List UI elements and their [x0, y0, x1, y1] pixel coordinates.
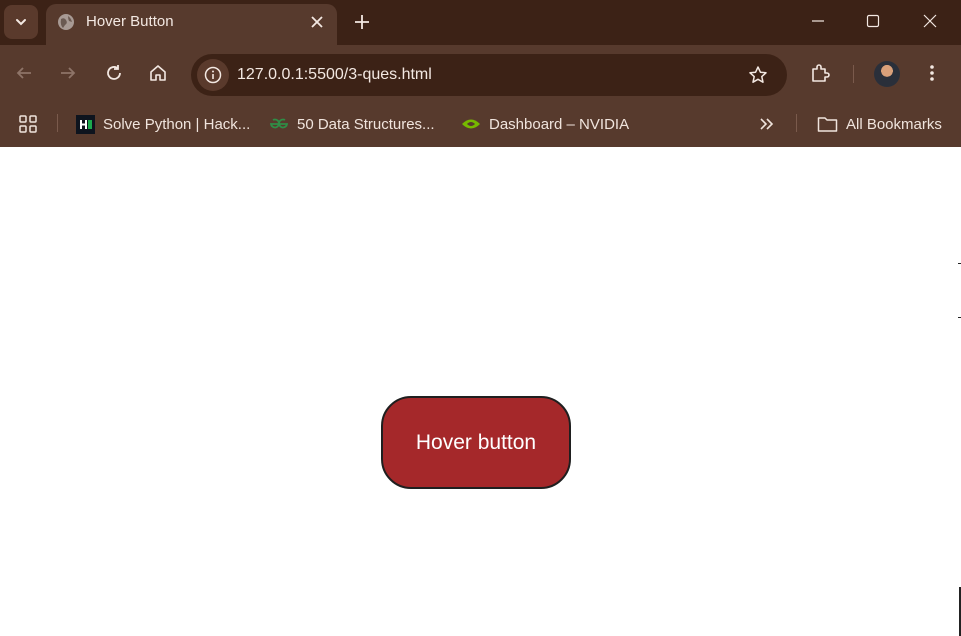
minimize-button[interactable] [790, 0, 846, 42]
bookmark-star-button[interactable] [747, 64, 769, 86]
arrow-right-icon [61, 67, 76, 79]
bookmark-item[interactable]: Dashboard – NVIDIA [461, 112, 629, 136]
menu-button[interactable] [918, 59, 946, 87]
maximize-icon [866, 14, 880, 28]
bookmarks-divider [796, 114, 797, 132]
close-icon [923, 14, 937, 28]
reload-icon [107, 65, 121, 80]
reload-button[interactable] [100, 59, 128, 87]
hover-button[interactable]: Hover button [381, 396, 571, 489]
apps-button[interactable] [18, 112, 38, 136]
maximize-button[interactable] [845, 0, 901, 42]
globe-icon [58, 14, 74, 30]
bookmark-label: 50 Data Structures... [297, 115, 435, 133]
nvidia-icon [462, 119, 480, 129]
url-text[interactable]: 127.0.0.1:5500/3-ques.html [237, 66, 432, 84]
close-tab-button[interactable] [307, 12, 327, 32]
bookmark-label: Dashboard – NVIDIA [489, 115, 630, 133]
arrow-left-icon [16, 67, 31, 79]
bookmark-label: Solve Python | Hack... [103, 115, 251, 133]
toolbar-divider [853, 65, 854, 83]
hackerrank-icon [76, 114, 95, 134]
forward-button[interactable] [54, 59, 82, 87]
close-window-button[interactable] [902, 0, 958, 42]
star-icon [749, 66, 767, 83]
home-icon [150, 65, 166, 81]
all-bookmarks-button[interactable]: All Bookmarks [817, 112, 942, 136]
minimize-icon [812, 20, 824, 22]
apps-grid-icon [19, 115, 37, 133]
back-button[interactable] [10, 59, 38, 87]
bookmarks-bar: Solve Python | Hack... 50 Data Structure… [0, 102, 961, 147]
new-tab-button[interactable] [350, 10, 374, 34]
plus-icon [355, 15, 369, 29]
bookmarks-divider [57, 114, 58, 132]
chevron-down-icon [16, 19, 26, 26]
info-icon [204, 66, 222, 84]
page-viewport: Hover button [0, 147, 961, 636]
profile-avatar[interactable] [874, 61, 900, 87]
more-bookmarks-button[interactable] [758, 112, 774, 136]
folder-icon [817, 117, 838, 132]
tab-title: Hover Button [86, 13, 174, 30]
active-tab[interactable]: Hover Button [46, 4, 337, 45]
double-chevron-right-icon [760, 118, 774, 130]
bookmark-item[interactable]: Solve Python | Hack... [76, 112, 250, 136]
more-vertical-icon [930, 65, 934, 81]
all-bookmarks-label: All Bookmarks [846, 115, 942, 133]
tab-strip: Hover Button [0, 0, 961, 45]
geeksforgeeks-icon [269, 118, 289, 129]
puzzle-icon [812, 64, 830, 82]
bookmark-item[interactable]: 50 Data Structures... [269, 112, 435, 136]
extensions-button[interactable] [806, 59, 834, 87]
home-button[interactable] [144, 59, 172, 87]
tab-search-button[interactable] [4, 5, 38, 39]
site-info-button[interactable] [197, 59, 229, 91]
address-bar[interactable]: 127.0.0.1:5500/3-ques.html [191, 54, 787, 96]
close-icon [311, 16, 323, 28]
toolbar: 127.0.0.1:5500/3-ques.html [0, 45, 961, 102]
